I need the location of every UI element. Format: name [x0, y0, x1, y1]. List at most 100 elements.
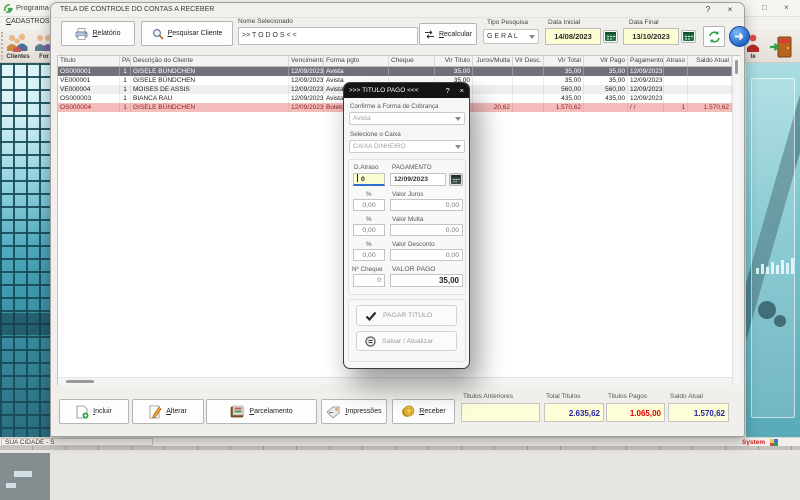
dialog-titlebar[interactable]: >>> TITULO PAGO <<< ? × — [344, 83, 469, 98]
toolbar-item-exit[interactable] — [768, 33, 795, 65]
table-cell: 560,00 — [584, 85, 628, 94]
help-icon[interactable]: ? — [445, 86, 449, 95]
refresh-button[interactable] — [703, 26, 725, 47]
chevron-down-icon — [455, 144, 461, 149]
recalcular-button[interactable]: Recalcular — [419, 23, 477, 45]
table-cell — [513, 67, 544, 76]
desconto-pct-label: % — [366, 241, 372, 248]
relatorio-button[interactable]: Relatório — [61, 21, 135, 46]
coin-icon — [402, 405, 415, 417]
table-cell: 1 — [664, 103, 688, 112]
column-header-atraso[interactable]: Atraso — [664, 56, 688, 66]
caixa-value: CAIXA DINHEIRO — [353, 143, 406, 150]
multa-pct-input[interactable]: 0,00 — [353, 224, 385, 236]
pesquisar-cliente-button[interactable]: Pesquisar Cliente — [141, 21, 233, 46]
close-icon[interactable]: × — [784, 3, 789, 12]
titulos-pagos-value: 1.065,00 — [606, 403, 665, 422]
horizontal-scrollbar[interactable] — [58, 377, 732, 385]
table-cell: / / — [628, 103, 664, 112]
horizontal-scrollbar-thumb[interactable] — [66, 380, 94, 383]
titulos-pagos-label: Titulos Pagos — [608, 393, 648, 400]
desconto-pct-input[interactable]: 0,00 — [353, 249, 385, 261]
swap-arrows-icon — [424, 29, 434, 39]
valor-desconto-input[interactable]: 0,00 — [390, 249, 463, 261]
go-button[interactable] — [729, 26, 750, 47]
restore-icon[interactable]: □ — [762, 3, 767, 12]
table-cell — [688, 76, 732, 85]
nome-selecionado-input[interactable]: >> T O D O S < < — [238, 27, 418, 45]
alterar-label: Alterar — [166, 408, 187, 415]
incluir-button[interactable]: Incluir — [59, 399, 129, 424]
background-art-panel — [751, 78, 795, 418]
window-title: TELA DE CONTROLE DO CONTAS A RECEBER — [60, 6, 215, 13]
valor-multa-label: Valor Multa — [392, 216, 424, 223]
table-row[interactable]: OS000001 1 GISELE BÜNDCHEN 12/09/2023 Avista… — [58, 67, 739, 76]
column-header-vlr-total[interactable]: Vlr Total — [544, 56, 584, 66]
table-cell: GISELE BÜNDCHEN — [131, 67, 289, 76]
chevron-down-icon — [529, 34, 535, 39]
pagamento-calendar-button[interactable] — [449, 173, 463, 186]
help-icon[interactable]: ? — [700, 5, 716, 14]
column-header-cheque[interactable]: Cheque — [389, 56, 435, 66]
toolbar-right-label: te — [750, 54, 756, 60]
data-inicial-label: Data Inicial — [548, 19, 581, 26]
juros-pct-input[interactable]: 0,00 — [353, 199, 385, 211]
tipo-pesquisa-select[interactable]: G E R A L — [483, 29, 539, 44]
column-header-vencimento[interactable]: Vencimento — [289, 56, 324, 66]
cheque-input[interactable]: 0 — [353, 274, 385, 287]
column-header-vlr-titulo[interactable]: Vlr Titulo — [435, 56, 473, 66]
column-header-descri-o-do-cliente[interactable]: Descrição do Cliente — [131, 56, 289, 66]
table-cell: 35,00 — [435, 67, 473, 76]
data-final-input[interactable]: 13/10/2023 — [623, 28, 679, 45]
vertical-scrollbar-thumb[interactable] — [735, 60, 738, 74]
table-cell: 12/09/2023 — [630, 67, 664, 76]
atraso-input[interactable]: 0 — [353, 173, 385, 186]
close-icon[interactable]: × — [460, 86, 464, 95]
table-cell: 35,00 — [544, 67, 584, 76]
menu-cadastros[interactable]: CADASTROS — [6, 18, 50, 25]
table-cell: 1 — [120, 103, 131, 112]
total-titulos-label: Total Titulos — [546, 393, 581, 400]
edit-pencil-icon — [149, 405, 162, 419]
valor-pago-input[interactable]: 35,00 — [390, 274, 463, 287]
table-cell — [473, 94, 513, 103]
impressoes-button[interactable]: Impressões — [321, 399, 387, 424]
column-header-pa[interactable]: PA — [120, 56, 131, 66]
column-header-forma-pgto[interactable]: Forma pgto — [324, 56, 389, 66]
receber-button[interactable]: Receber — [392, 399, 455, 424]
caixa-select[interactable]: CAIXA DINHEIRO — [349, 140, 465, 153]
background-art-circle — [774, 315, 786, 327]
data-inicial-calendar-button[interactable] — [603, 30, 618, 43]
pagamento-input[interactable]: 12/09/2023 — [390, 173, 446, 186]
table-cell — [513, 76, 544, 85]
table-cell: OS000001 — [58, 67, 120, 76]
tag-icon — [326, 406, 340, 418]
column-header-vlr-desc-[interactable]: Vlr Desc. — [513, 56, 544, 66]
column-header-saldo-atual[interactable]: Saldo Atual — [688, 56, 732, 66]
window-titlebar[interactable]: TELA DE CONTROLE DO CONTAS A RECEBER ? × — [51, 3, 744, 18]
printer-icon — [76, 27, 88, 40]
table-cell: 1 — [120, 94, 131, 103]
column-header-juros-multa[interactable]: Juros/Multa — [473, 56, 513, 66]
table-header-row: Titulo PA Descrição do Cliente Vencimento Fo… — [58, 56, 739, 67]
data-final-calendar-button[interactable] — [681, 30, 696, 43]
salvar-atualizar-button[interactable]: Salvar / Atualizar — [356, 331, 457, 351]
valor-juros-input[interactable]: 0,00 — [390, 199, 463, 211]
table-cell: 435,00 — [544, 94, 584, 103]
calendar-icon — [451, 175, 461, 184]
save-icon — [365, 335, 376, 347]
parcelamento-button[interactable]: Parcelamento — [206, 399, 317, 424]
toolbar-grip — [1, 32, 4, 60]
column-header-titulo[interactable]: Titulo — [58, 56, 120, 66]
valor-multa-input[interactable]: 0,00 — [390, 224, 463, 236]
column-header-pagamento[interactable]: Pagamento — [628, 56, 664, 66]
data-inicial-input[interactable]: 14/08/2023 — [545, 28, 601, 45]
vertical-scrollbar[interactable] — [732, 56, 740, 385]
table-cell — [473, 76, 513, 85]
column-header-vlr-pago[interactable]: Vlr Pago — [584, 56, 628, 66]
forma-cobranca-select[interactable]: Avista — [349, 112, 465, 125]
toolbar-item-clientes[interactable]: Clientes — [5, 33, 31, 60]
alterar-button[interactable]: Alterar — [132, 399, 204, 424]
close-icon[interactable]: × — [722, 5, 738, 14]
pagar-titulo-button[interactable]: PAGAR TITULO — [356, 305, 457, 326]
